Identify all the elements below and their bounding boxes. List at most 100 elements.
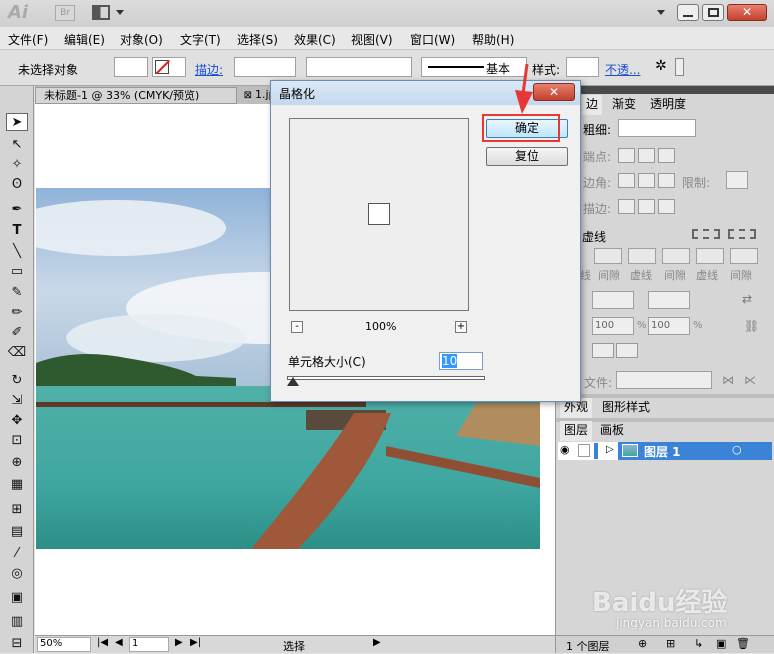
gap-2-field[interactable]	[696, 248, 724, 264]
dash-preset-1-icon[interactable]	[692, 229, 720, 239]
gap-1-field[interactable]	[628, 248, 656, 264]
last-artboard-icon[interactable]: ▶|	[190, 637, 201, 648]
symbol-sprayer-tool-icon[interactable]: ▣	[6, 589, 28, 607]
visibility-eye-icon[interactable]: ◉	[560, 443, 570, 456]
direct-selection-tool-icon[interactable]: ↖	[6, 136, 28, 154]
rectangle-tool-icon[interactable]: ▭	[6, 263, 28, 281]
limit-field[interactable]	[726, 171, 748, 189]
fill-swatch[interactable]	[114, 57, 148, 77]
zoom-field[interactable]: 50%	[37, 637, 91, 652]
cell-size-slider-thumb[interactable]	[287, 377, 299, 386]
tab-artboards[interactable]: 画板	[596, 421, 628, 441]
reset-button[interactable]: 复位	[486, 147, 568, 166]
graphic-style-field[interactable]	[566, 57, 599, 77]
menu-window[interactable]: 窗口(W)	[410, 31, 455, 48]
end-scale-field[interactable]: 100	[648, 317, 690, 335]
menu-file[interactable]: 文件(F)	[8, 31, 48, 48]
opacity-label[interactable]: 不透...	[605, 61, 640, 78]
shape-builder-tool-icon[interactable]: ⊕	[6, 454, 28, 472]
menu-select[interactable]: 选择(S)	[237, 31, 278, 48]
zoom-in-button[interactable]: +	[455, 321, 467, 333]
previous-artboard-icon[interactable]: ◀	[115, 637, 123, 648]
status-mode[interactable]: 选择	[283, 638, 305, 654]
close-window-button[interactable]: ✕	[727, 4, 767, 21]
tab-stroke[interactable]: 边	[582, 95, 603, 115]
selection-tool-icon[interactable]: ➤	[6, 113, 28, 131]
stroke-weight-field[interactable]	[234, 57, 296, 77]
artboard-number-field[interactable]: 1	[129, 637, 169, 652]
arrow-align-2-icon[interactable]	[616, 343, 638, 358]
stroke-label[interactable]: 描边:	[195, 61, 223, 78]
layer-target-icon[interactable]: ○	[732, 443, 742, 456]
perspective-grid-tool-icon[interactable]: ▦	[6, 476, 28, 494]
align-outside-icon[interactable]	[658, 199, 675, 214]
artboard-tool-icon[interactable]: ⊟	[6, 635, 28, 653]
column-graph-tool-icon[interactable]: ▥	[6, 613, 28, 631]
menu-edit[interactable]: 编辑(E)	[64, 31, 105, 48]
profile-field[interactable]	[616, 371, 712, 389]
make-clipping-mask-icon[interactable]: ⊞	[666, 637, 675, 650]
menu-view[interactable]: 视图(V)	[351, 31, 393, 48]
layer-name[interactable]: 图层 1	[644, 443, 681, 460]
lock-toggle[interactable]	[578, 444, 590, 457]
start-arrow-field[interactable]	[592, 291, 634, 309]
weight-field[interactable]	[618, 119, 696, 137]
link-scale-icon[interactable]: ⛓	[744, 319, 759, 333]
recolor-icon[interactable]: ✲	[655, 58, 667, 74]
lasso-tool-icon[interactable]: ʘ	[6, 176, 28, 194]
type-tool-icon[interactable]: T	[6, 222, 28, 240]
workspace-dropdown-icon[interactable]	[657, 10, 665, 15]
tab-gradient[interactable]: 渐变	[608, 95, 640, 115]
tab-layers[interactable]: 图层	[560, 421, 593, 441]
dash-preset-2-icon[interactable]	[728, 229, 756, 239]
arrange-dropdown-icon[interactable]	[116, 10, 124, 15]
align-center-icon[interactable]	[618, 199, 635, 214]
miter-join-icon[interactable]	[618, 173, 635, 188]
paintbrush-tool-icon[interactable]: ✎	[6, 284, 28, 302]
zoom-out-button[interactable]: -	[291, 321, 303, 333]
stroke-swatch[interactable]	[152, 57, 186, 77]
scale-tool-icon[interactable]: ⇲	[6, 392, 28, 410]
eyedropper-tool-icon[interactable]: ⁄	[6, 545, 28, 563]
menu-object[interactable]: 对象(O)	[120, 31, 163, 48]
cell-size-field[interactable]: 10	[439, 352, 483, 370]
butt-cap-icon[interactable]	[618, 148, 635, 163]
swap-arrows-icon[interactable]: ⇄	[742, 292, 752, 306]
tab-transparency[interactable]: 透明度	[646, 95, 690, 115]
delete-layer-icon[interactable]: 🗑	[736, 637, 750, 650]
pen-tool-icon[interactable]: ✒	[6, 201, 28, 219]
first-artboard-icon[interactable]: |◀	[97, 637, 108, 648]
blob-brush-tool-icon[interactable]: ✐	[6, 324, 28, 342]
bevel-join-icon[interactable]	[658, 173, 675, 188]
blend-tool-icon[interactable]: ◎	[6, 565, 28, 583]
new-sublayer-icon[interactable]: ↳	[694, 637, 703, 650]
locate-object-icon[interactable]: ⊕	[638, 637, 647, 650]
dash-3-field[interactable]	[730, 248, 758, 264]
layer-row[interactable]: ◉ ▷ 图层 1 ○	[558, 442, 772, 460]
document-tab-untitled[interactable]: 未标题-1 @ 33% (CMYK/预览) ⊠	[35, 87, 252, 104]
next-artboard-icon[interactable]: ▶	[175, 637, 183, 648]
menu-help[interactable]: 帮助(H)	[472, 31, 514, 48]
new-layer-icon[interactable]: ▣	[716, 637, 726, 650]
round-join-icon[interactable]	[638, 173, 655, 188]
variable-width-field[interactable]	[306, 57, 412, 77]
status-menu-icon[interactable]: ▶	[373, 637, 381, 648]
arrow-align-1-icon[interactable]	[592, 343, 614, 358]
projecting-cap-icon[interactable]	[658, 148, 675, 163]
gradient-tool-icon[interactable]: ▤	[6, 523, 28, 541]
line-tool-icon[interactable]: ╲	[6, 243, 28, 261]
preview-pane[interactable]	[289, 118, 469, 311]
menu-type[interactable]: 文字(T)	[180, 31, 221, 48]
arrange-documents-icon[interactable]	[92, 5, 110, 20]
end-arrow-field[interactable]	[648, 291, 690, 309]
bridge-button[interactable]: Br	[55, 5, 75, 21]
dash-2-field[interactable]	[662, 248, 690, 264]
eraser-tool-icon[interactable]: ⌫	[6, 344, 28, 362]
magic-wand-tool-icon[interactable]: ✧	[6, 156, 28, 174]
expand-layer-icon[interactable]: ▷	[606, 444, 614, 455]
tab-graphic-styles[interactable]: 图形样式	[598, 398, 654, 418]
flip-across-icon[interactable]: ⋉	[744, 373, 756, 387]
minimize-button[interactable]	[677, 4, 699, 21]
start-scale-field[interactable]: 100	[592, 317, 634, 335]
pencil-tool-icon[interactable]: ✏	[6, 304, 28, 322]
